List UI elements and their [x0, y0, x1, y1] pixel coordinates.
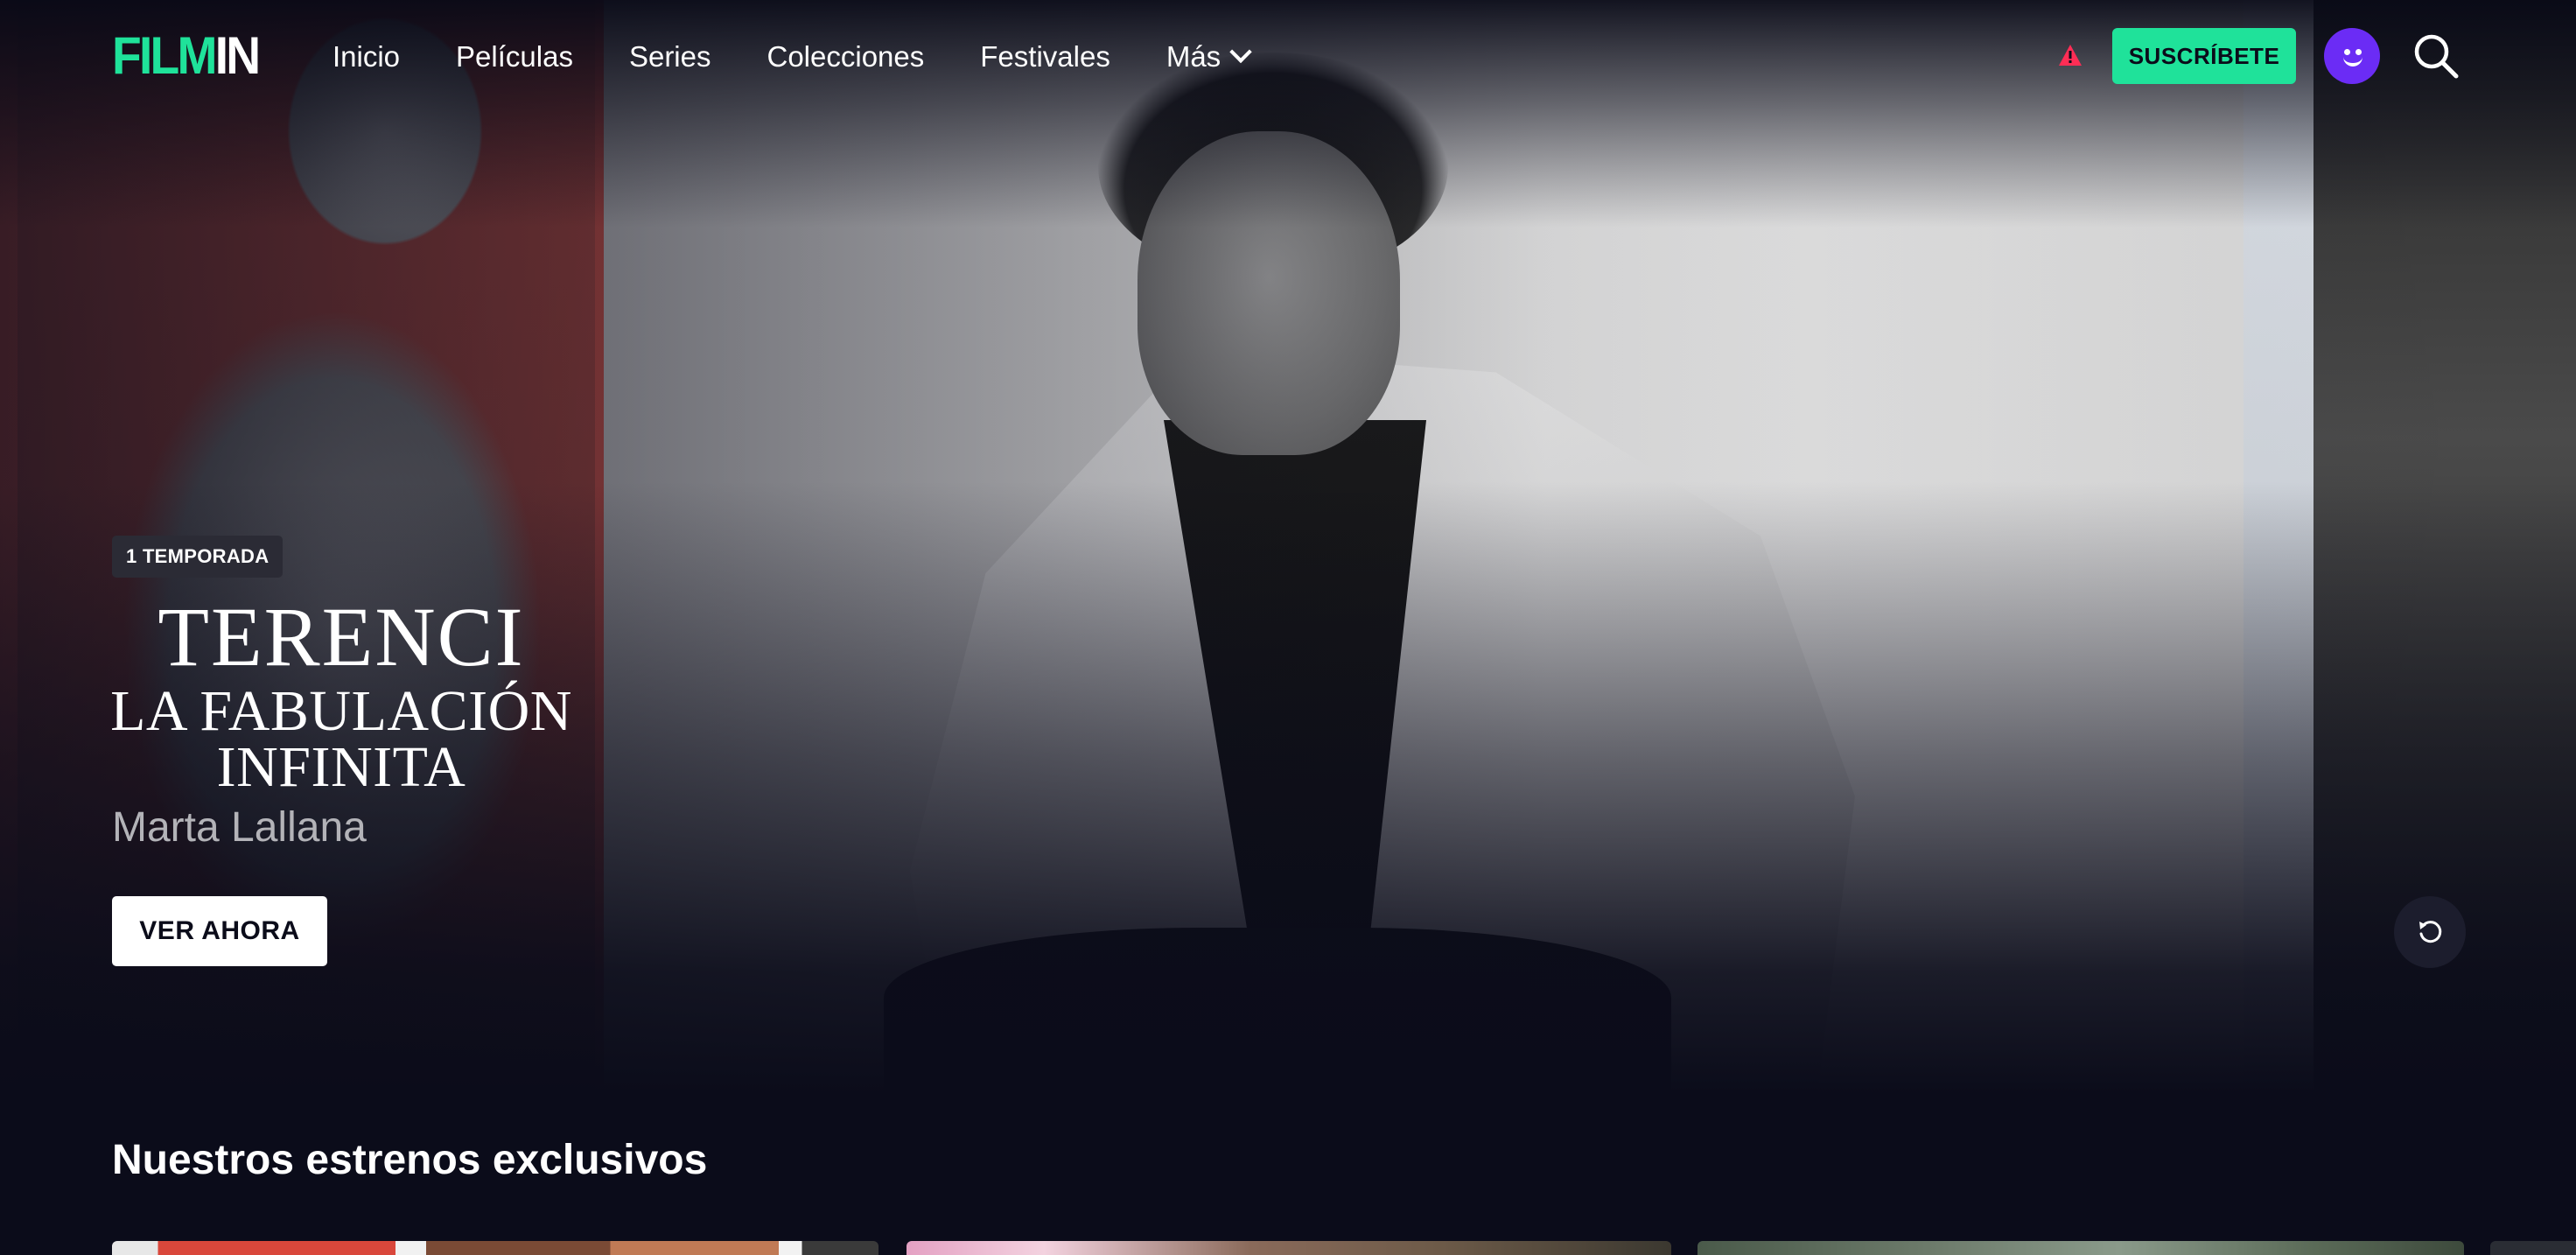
carousel-thumbnail[interactable]	[112, 1241, 878, 1255]
replay-icon	[2419, 921, 2442, 943]
nav-link-mas[interactable]: Más	[1166, 37, 1252, 77]
carousel-thumbnail[interactable]	[2490, 1241, 2576, 1255]
season-count-badge: 1 TEMPORADA	[112, 536, 284, 578]
hero-title-line-1: TERENCI	[158, 590, 525, 684]
logo-part-film: FILM	[112, 26, 217, 85]
nav-link-colecciones[interactable]: Colecciones	[767, 37, 925, 77]
hero-director: Marta Lallana	[112, 804, 367, 851]
watch-now-button[interactable]: VER AHORA	[112, 896, 327, 966]
logo-part-in: IN	[214, 26, 261, 85]
carousel-thumbnail[interactable]	[1698, 1241, 2464, 1255]
filmin-logo[interactable]: FILMIN	[112, 30, 261, 82]
filmin-home-page: FILMIN Inicio Películas Series Coleccion…	[0, 0, 2576, 1255]
nav-link-mas-label: Más	[1166, 40, 1222, 73]
nav-link-series[interactable]: Series	[629, 37, 711, 77]
hero-title-art[interactable]: TERENCI LA FABULACIÓN INFINITA	[105, 595, 578, 796]
hero-banner[interactable]	[0, 0, 2576, 1094]
chevron-down-icon	[1229, 40, 1252, 64]
subscribe-button[interactable]: SUSCRÍBETE	[2112, 28, 2296, 84]
main-nav: Inicio Películas Series Colecciones Fest…	[332, 37, 1305, 77]
carousel-thumbnail[interactable]	[906, 1241, 1671, 1255]
search-icon[interactable]	[2412, 32, 2460, 81]
nav-link-inicio[interactable]: Inicio	[332, 37, 400, 77]
section-title: Nuestros estrenos exclusivos	[112, 1137, 708, 1183]
avatar-smile	[2343, 54, 2362, 67]
replay-button[interactable]	[2394, 896, 2466, 968]
hero-title-line-3: INFINITA	[216, 735, 466, 799]
nav-link-festivales[interactable]: Festivales	[980, 37, 1110, 77]
warning-triangle-icon[interactable]	[2058, 44, 2082, 67]
hero-title-line-2: LA FABULACIÓN	[110, 679, 572, 743]
user-avatar[interactable]	[2324, 28, 2380, 84]
nav-link-peliculas[interactable]: Películas	[456, 37, 573, 77]
exclusive-releases-carousel	[112, 1241, 2576, 1255]
top-navbar: FILMIN Inicio Películas Series Coleccion…	[0, 0, 2576, 114]
